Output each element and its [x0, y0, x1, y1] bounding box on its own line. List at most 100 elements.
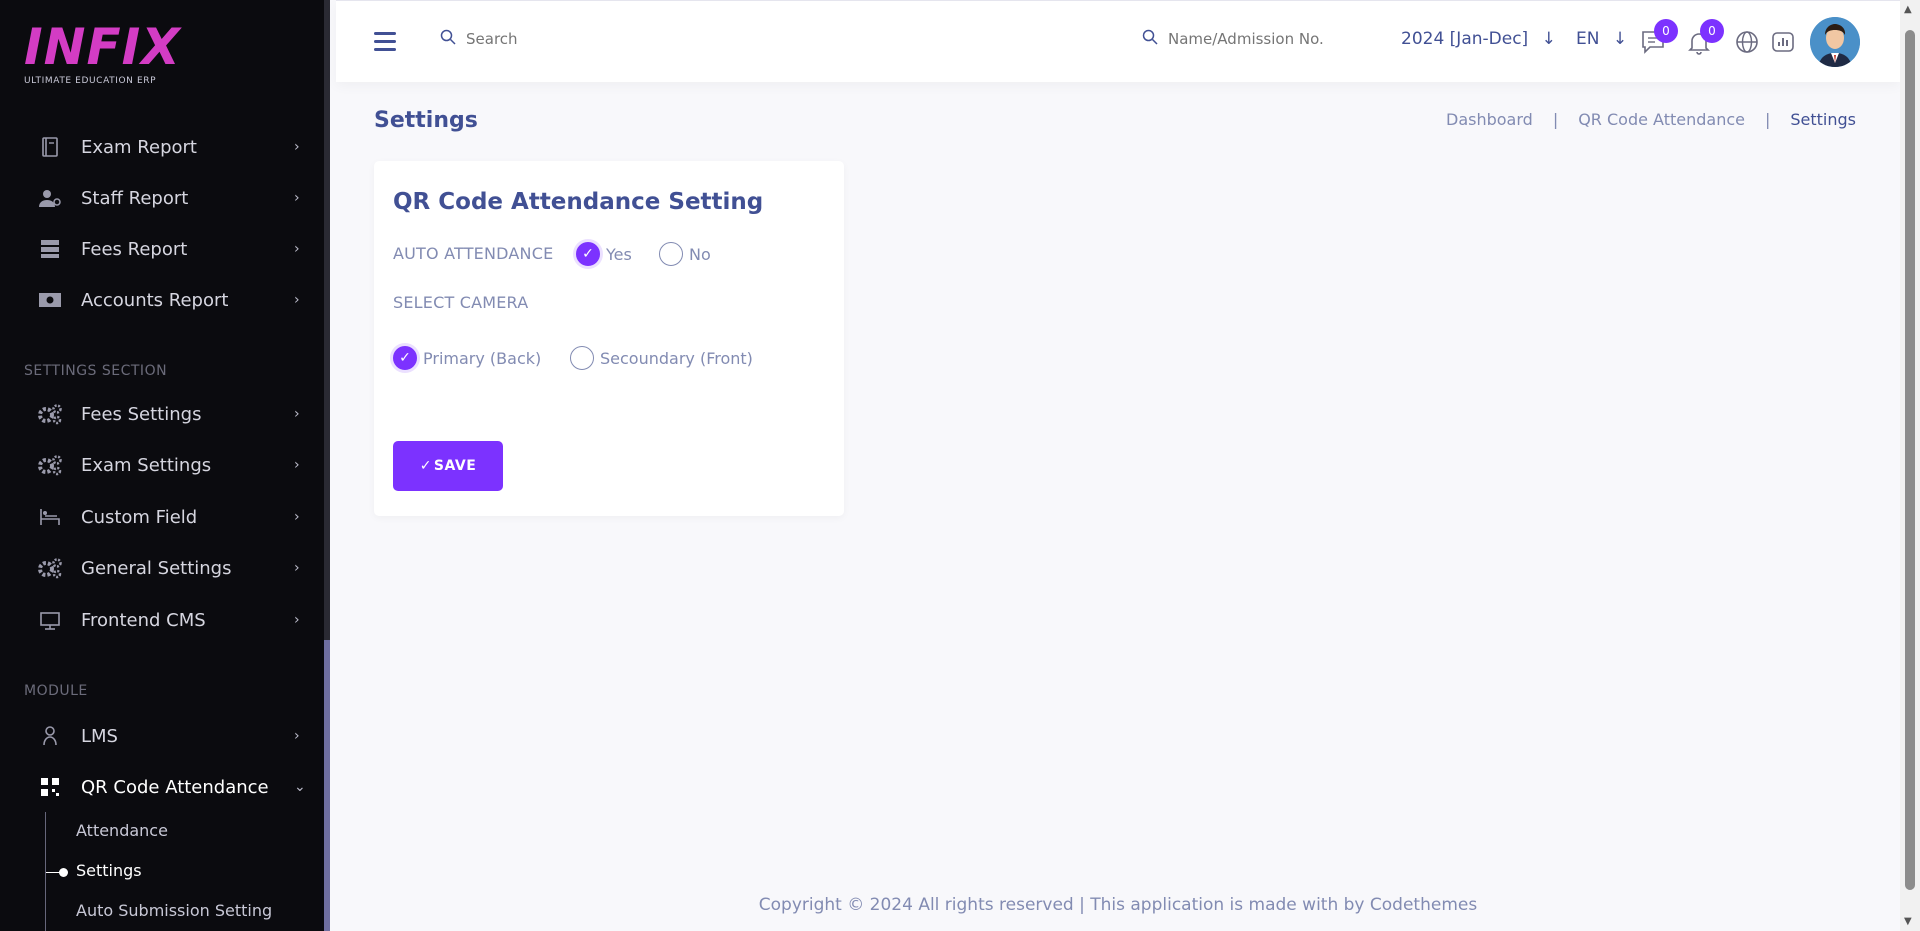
sidebar-item-accounts-report[interactable]: Accounts Report ›	[24, 280, 314, 320]
sidebar-item-label: Fees Settings	[81, 403, 202, 425]
logo-subtitle: ULTIMATE EDUCATION ERP	[24, 76, 157, 86]
breadcrumb-qr-code-attendance[interactable]: QR Code Attendance	[1578, 110, 1745, 129]
breadcrumb-settings[interactable]: Settings	[1790, 110, 1856, 129]
sidebar-item-label: Frontend CMS	[81, 609, 206, 631]
checkmark-icon: ✓	[576, 242, 600, 266]
sidebar-scrollbar[interactable]	[324, 640, 330, 931]
sidebar-item-lms[interactable]: LMS ›	[24, 716, 314, 756]
notifications-button[interactable]: 0	[1686, 19, 1724, 57]
dashboard-stats-button[interactable]	[1770, 29, 1798, 57]
language-select[interactable]: EN ↓	[1576, 29, 1627, 49]
menu-toggle-button[interactable]	[374, 32, 396, 56]
breadcrumb-dashboard[interactable]: Dashboard	[1446, 110, 1533, 129]
gears-icon	[37, 452, 63, 478]
module-section-heading: MODULE	[24, 683, 88, 699]
student-search-box	[1142, 29, 1368, 49]
sidebar-item-fees-report[interactable]: Fees Report ›	[24, 229, 314, 269]
messages-button[interactable]: 0	[1640, 19, 1678, 57]
save-label: SAVE	[433, 458, 477, 474]
avatar-icon	[1810, 17, 1860, 67]
auto-attendance-label: AUTO ATTENDANCE	[393, 244, 554, 263]
arrow-down-icon: ↓	[1541, 29, 1556, 49]
submenu-item-settings[interactable]: Settings	[76, 861, 142, 880]
sidebar-item-exam-report[interactable]: Exam Report ›	[24, 127, 314, 167]
chevron-right-icon: ›	[294, 406, 300, 422]
sidebar-item-general-settings[interactable]: General Settings ›	[24, 548, 314, 588]
student-search-input[interactable]	[1168, 30, 1368, 48]
breadcrumb: Dashboard | QR Code Attendance | Setting…	[1446, 110, 1856, 129]
radio-label: Secoundary (Front)	[600, 348, 753, 368]
chevron-right-icon: ›	[294, 139, 300, 155]
user-avatar[interactable]	[1810, 17, 1860, 67]
radio-label: Yes	[606, 244, 632, 264]
select-camera-label: SELECT CAMERA	[393, 293, 529, 312]
monitor-icon	[37, 607, 63, 633]
chevron-right-icon: ›	[294, 509, 300, 525]
auto-attendance-no-radio[interactable]: No	[659, 242, 711, 266]
chevron-down-icon: ⌄	[294, 779, 306, 795]
chevron-right-icon: ›	[294, 190, 300, 206]
sidebar-item-label: LMS	[81, 725, 118, 747]
lms-icon	[37, 723, 63, 749]
sidebar-item-label: QR Code Attendance	[81, 776, 269, 798]
radio-empty-icon	[659, 242, 683, 266]
submenu-item-attendance[interactable]: Attendance	[76, 821, 168, 840]
academic-year-select[interactable]: 2024 [Jan-Dec] ↓	[1401, 29, 1556, 49]
chevron-right-icon: ›	[294, 612, 300, 628]
sidebar-item-frontend-cms[interactable]: Frontend CMS ›	[24, 600, 314, 640]
sidebar: INFIX ULTIMATE EDUCATION ERP Exam Report…	[0, 0, 330, 931]
scroll-up-icon[interactable]: ▲	[1904, 4, 1912, 15]
qr-attendance-settings-card: QR Code Attendance Setting AUTO ATTENDAN…	[374, 161, 844, 516]
sidebar-item-label: Exam Settings	[81, 454, 212, 476]
logo[interactable]: INFIX ULTIMATE EDUCATION ERP	[24, 22, 181, 86]
check-icon: ✓	[419, 458, 432, 474]
chevron-right-icon: ›	[294, 560, 300, 576]
camera-secondary-radio[interactable]: Secoundary (Front)	[570, 346, 753, 370]
chevron-right-icon: ›	[294, 457, 300, 473]
sidebar-item-fees-settings[interactable]: Fees Settings ›	[24, 394, 314, 434]
arrow-down-icon: ↓	[1612, 29, 1628, 49]
chart-icon	[1772, 32, 1794, 52]
website-button[interactable]	[1734, 29, 1762, 57]
scrollbar-thumb[interactable]	[1905, 30, 1915, 890]
book-icon	[37, 134, 63, 160]
footer-copyright: Copyright © 2024 All rights reserved | T…	[758, 895, 1478, 915]
camera-primary-radio[interactable]: ✓ Primary (Back)	[393, 346, 541, 370]
sidebar-item-exam-settings[interactable]: Exam Settings ›	[24, 445, 314, 485]
chevron-right-icon: ›	[294, 292, 300, 308]
breadcrumb-separator: |	[1764, 110, 1771, 129]
gears-icon	[37, 555, 63, 581]
notifications-badge: 0	[1700, 19, 1724, 43]
logo-text: INFIX	[24, 18, 181, 76]
globe-icon	[1736, 31, 1758, 53]
search-input[interactable]	[466, 30, 646, 48]
radio-label: No	[689, 244, 711, 264]
submenu-item-auto-submission-setting[interactable]: Auto Submission Setting	[76, 901, 272, 920]
checkmark-icon: ✓	[393, 346, 417, 370]
scroll-down-icon[interactable]: ▼	[1904, 916, 1912, 927]
gears-icon	[37, 401, 63, 427]
search-box	[440, 29, 646, 49]
sidebar-item-label: Custom Field	[81, 506, 198, 528]
bed-icon	[37, 504, 63, 530]
breadcrumb-separator: |	[1552, 110, 1559, 129]
sidebar-item-custom-field[interactable]: Custom Field ›	[24, 497, 314, 537]
academic-year-value: 2024 [Jan-Dec]	[1401, 29, 1529, 49]
sidebar-item-label: Accounts Report	[81, 289, 229, 311]
topbar: 2024 [Jan-Dec] ↓ EN ↓ 0 0	[336, 0, 1900, 82]
chevron-right-icon: ›	[294, 728, 300, 744]
sidebar-item-qr-code-attendance[interactable]: QR Code Attendance ⌄	[24, 767, 314, 807]
auto-attendance-yes-radio[interactable]: ✓ Yes	[576, 242, 632, 266]
submenu-active-dot	[59, 868, 68, 877]
server-icon	[37, 236, 63, 262]
sidebar-item-label: Exam Report	[81, 136, 197, 158]
save-button[interactable]: ✓ SAVE	[393, 441, 503, 491]
sidebar-item-staff-report[interactable]: Staff Report ›	[24, 178, 314, 218]
radio-label: Primary (Back)	[423, 348, 542, 368]
window-scrollbar[interactable]: ▲ ▼	[1900, 0, 1920, 931]
sidebar-item-label: General Settings	[81, 557, 232, 579]
qr-code-icon	[37, 774, 63, 800]
sidebar-item-label: Staff Report	[81, 187, 189, 209]
sidebar-item-label: Fees Report	[81, 238, 188, 260]
language-value: EN	[1576, 29, 1600, 49]
